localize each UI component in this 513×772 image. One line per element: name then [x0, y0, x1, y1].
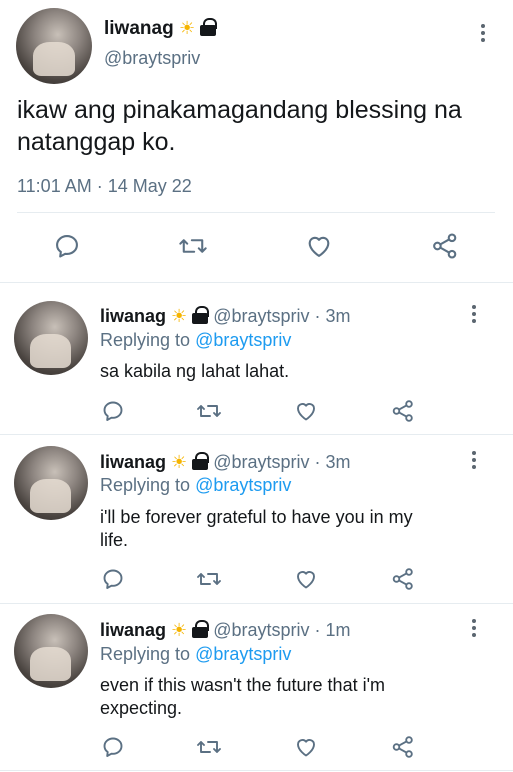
more-options-icon[interactable]	[472, 619, 476, 637]
divider	[0, 282, 513, 283]
reply-text: sa kabila ng lahat lahat.	[100, 361, 290, 381]
divider	[0, 603, 513, 604]
reply-header: liwanag ☀ @braytspriv · 3m	[100, 306, 351, 326]
heart-icon[interactable]	[294, 735, 318, 759]
avatar[interactable]	[14, 301, 88, 375]
reply-icon[interactable]	[101, 735, 125, 759]
reply-icon[interactable]	[53, 232, 81, 260]
timestamp[interactable]: 11:01 AM · 14 May 22	[17, 175, 192, 197]
retweet-icon[interactable]	[196, 735, 222, 759]
retweet-icon[interactable]	[178, 232, 208, 260]
reply-text: i'll be forever grateful to have you in …	[100, 507, 413, 550]
sun-emoji-icon: ☀	[178, 18, 196, 38]
reply-header: liwanag ☀ @braytspriv · 1m	[100, 620, 351, 640]
display-name[interactable]: liwanag	[104, 18, 174, 39]
avatar[interactable]	[16, 8, 92, 84]
lock-icon	[192, 452, 210, 470]
reply-text: even if this wasn't the future that i'm …	[100, 675, 386, 718]
more-options-icon[interactable]	[481, 24, 485, 42]
avatar[interactable]	[14, 446, 88, 520]
sun-emoji-icon: ☀	[171, 306, 188, 326]
share-icon[interactable]	[391, 399, 415, 423]
sun-emoji-icon: ☀	[171, 620, 188, 640]
divider	[0, 434, 513, 435]
sun-emoji-icon: ☀	[171, 452, 188, 472]
reply-header: liwanag ☀ @braytspriv · 3m	[100, 452, 351, 472]
reply-icon[interactable]	[101, 567, 125, 591]
lock-icon	[200, 18, 218, 36]
heart-icon[interactable]	[294, 399, 318, 423]
replying-to: Replying to @braytspriv	[100, 644, 292, 664]
retweet-icon[interactable]	[196, 567, 222, 591]
replying-to: Replying to @braytspriv	[100, 330, 292, 350]
handle[interactable]: @braytspriv	[104, 47, 200, 69]
lock-icon	[192, 306, 210, 324]
reply-icon[interactable]	[101, 399, 125, 423]
tweet-text: ikaw ang pinakamagandang blessing na nat…	[17, 96, 462, 156]
divider	[0, 770, 513, 771]
divider	[17, 212, 495, 213]
lock-icon	[192, 620, 210, 638]
main-display-name-row: liwanag ☀	[104, 17, 218, 41]
replying-to: Replying to @braytspriv	[100, 475, 292, 495]
share-icon[interactable]	[391, 567, 415, 591]
share-icon[interactable]	[431, 232, 459, 260]
heart-icon[interactable]	[294, 567, 318, 591]
avatar[interactable]	[14, 614, 88, 688]
heart-icon[interactable]	[305, 232, 333, 260]
more-options-icon[interactable]	[472, 451, 476, 469]
more-options-icon[interactable]	[472, 305, 476, 323]
share-icon[interactable]	[391, 735, 415, 759]
retweet-icon[interactable]	[196, 399, 222, 423]
